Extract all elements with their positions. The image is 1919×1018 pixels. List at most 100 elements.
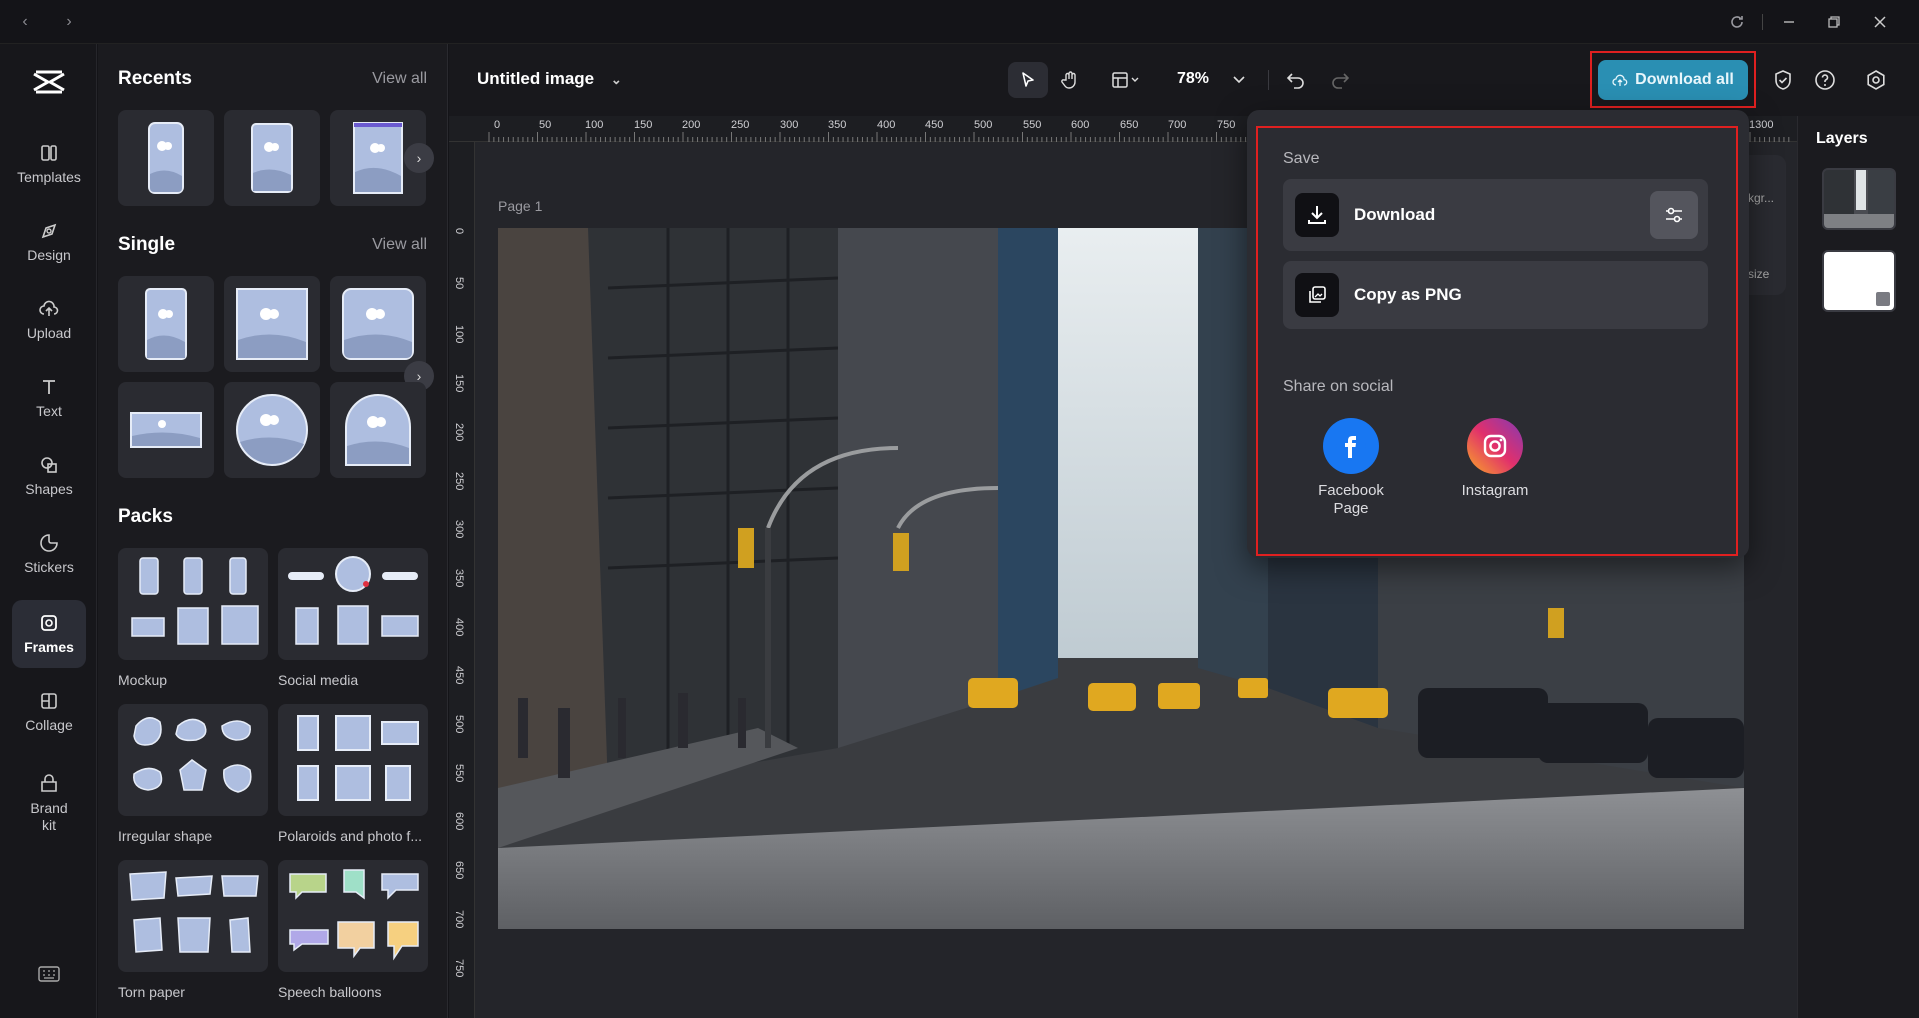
- rail-templates[interactable]: Templates: [12, 130, 86, 198]
- resize-tool-label[interactable]: size: [1748, 267, 1769, 281]
- rail-label: Shapes: [25, 481, 73, 497]
- upload-icon: [39, 300, 59, 316]
- stickers-icon: [40, 534, 58, 552]
- undo-button[interactable]: [1281, 62, 1311, 98]
- facebook-icon: [1323, 418, 1379, 474]
- rail-design[interactable]: Design: [12, 208, 86, 276]
- chevron-down-icon: ⌄: [610, 72, 622, 87]
- title-bar: ‹ ›: [0, 0, 1919, 44]
- settings-button[interactable]: [1860, 62, 1892, 98]
- redo-button[interactable]: [1325, 62, 1355, 98]
- select-tool-button[interactable]: [1008, 62, 1048, 98]
- instagram-label: Instagram: [1461, 482, 1529, 499]
- top-bar: Untitled image ⌄ 78% Download all: [449, 44, 1919, 116]
- rail-label: Design: [27, 247, 71, 263]
- rail-brand-kit[interactable]: Brand kit: [12, 760, 86, 846]
- ruler-number: 0: [453, 228, 465, 235]
- rail-upload[interactable]: Upload: [12, 286, 86, 354]
- ruler-number: 300: [453, 520, 465, 539]
- ruler-number: 100: [585, 119, 604, 131]
- undo-icon: [1286, 73, 1304, 89]
- frame-thumb[interactable]: [224, 382, 320, 478]
- ruler-number: 400: [453, 617, 465, 636]
- cursor-icon: [1022, 72, 1034, 87]
- brand-kit-icon: [41, 773, 57, 792]
- rail-frames[interactable]: Frames: [12, 600, 86, 668]
- keyboard-icon[interactable]: [38, 966, 60, 987]
- pack-mockup[interactable]: [118, 548, 268, 660]
- pack-label: Social media: [278, 672, 359, 688]
- refresh-icon[interactable]: [1726, 11, 1748, 33]
- document-title[interactable]: Untitled image ⌄: [477, 69, 622, 89]
- ruler-number: 350: [828, 119, 847, 131]
- recents-view-all-link[interactable]: View all: [372, 70, 427, 88]
- background-tool-label[interactable]: kgr...: [1748, 191, 1774, 205]
- shield-button[interactable]: [1767, 62, 1799, 98]
- save-heading: Save: [1283, 150, 1320, 167]
- collage-icon: [41, 693, 57, 709]
- download-label: Download: [1354, 205, 1436, 224]
- hand-tool-button[interactable]: [1052, 62, 1088, 98]
- download-row[interactable]: Download: [1283, 179, 1708, 251]
- rail-label: Templates: [17, 169, 81, 185]
- layer-thumb-background[interactable]: [1822, 250, 1896, 312]
- ruler-number: 0: [494, 119, 501, 131]
- rail-text[interactable]: Text: [12, 364, 86, 432]
- frames-icon: [41, 615, 57, 631]
- chevron-right-icon[interactable]: ›: [58, 11, 80, 33]
- ruler-number: 550: [1023, 119, 1042, 131]
- download-settings-button[interactable]: [1650, 191, 1698, 239]
- copy-as-png-row[interactable]: Copy as PNG: [1283, 261, 1708, 329]
- help-button[interactable]: [1809, 62, 1841, 98]
- hand-icon: [1061, 71, 1076, 89]
- frame-thumb[interactable]: [118, 382, 214, 478]
- ruler-number: 550: [453, 763, 465, 783]
- ruler-number: 650: [453, 861, 465, 880]
- frame-thumb[interactable]: [224, 276, 320, 372]
- rail-label: Brand kit: [30, 799, 68, 833]
- ruler-number: 400: [877, 119, 896, 131]
- rail-label: Frames: [24, 639, 74, 655]
- frame-thumb[interactable]: [330, 382, 426, 478]
- layer-thumb-photo[interactable]: [1822, 168, 1896, 230]
- pack-speech-balloons[interactable]: [278, 860, 428, 972]
- rail-collage[interactable]: Collage: [12, 678, 86, 746]
- pack-social-media[interactable]: [278, 548, 428, 660]
- pack-irregular-shape[interactable]: [118, 704, 268, 816]
- download-all-button[interactable]: Download all: [1598, 60, 1748, 100]
- frames-panel: Recents View all › Single View all › Pac…: [98, 44, 448, 1018]
- share-instagram[interactable]: Instagram: [1445, 418, 1545, 500]
- shield-check-icon: [1775, 70, 1791, 90]
- text-icon: [43, 380, 55, 394]
- background-layer-icon: [1876, 292, 1890, 306]
- layout-tool-button[interactable]: [1104, 62, 1148, 98]
- restore-icon[interactable]: [1823, 11, 1845, 33]
- capcut-logo-icon[interactable]: [28, 62, 70, 104]
- rail-stickers[interactable]: Stickers: [12, 520, 86, 588]
- ruler-number: 250: [453, 471, 465, 490]
- pack-torn-paper[interactable]: [118, 860, 268, 972]
- close-icon[interactable]: [1869, 11, 1891, 33]
- recents-scroll-right-button[interactable]: ›: [404, 143, 434, 173]
- share-heading: Share on social: [1283, 378, 1394, 395]
- zoom-level[interactable]: 78%: [1177, 70, 1209, 88]
- rail-shapes[interactable]: Shapes: [12, 442, 86, 510]
- pack-polaroids[interactable]: [278, 704, 428, 816]
- frame-thumb[interactable]: [224, 110, 320, 206]
- chevron-left-icon[interactable]: ‹: [14, 11, 36, 33]
- ruler-number: 450: [925, 119, 944, 131]
- ruler-number: 650: [1120, 119, 1139, 131]
- ruler-number: 250: [731, 119, 750, 131]
- left-rail: Templates Design Upload Text Shapes Stic…: [0, 44, 97, 1018]
- frame-thumb[interactable]: [118, 276, 214, 372]
- single-view-all-link[interactable]: View all: [372, 236, 427, 254]
- minimize-icon[interactable]: [1778, 11, 1800, 33]
- ruler-number: 100: [453, 325, 465, 344]
- vertical-ruler: 0 50 100 150 200 250 300 350 400 450 500 550 600 650 7…: [449, 142, 475, 1018]
- zoom-dropdown-button[interactable]: [1229, 62, 1249, 98]
- frame-thumb[interactable]: [330, 276, 426, 372]
- share-facebook-page[interactable]: Facebook Page: [1301, 418, 1401, 518]
- ruler-number: 200: [453, 422, 465, 442]
- chevron-down-icon: [1233, 76, 1245, 84]
- frame-thumb[interactable]: [118, 110, 214, 206]
